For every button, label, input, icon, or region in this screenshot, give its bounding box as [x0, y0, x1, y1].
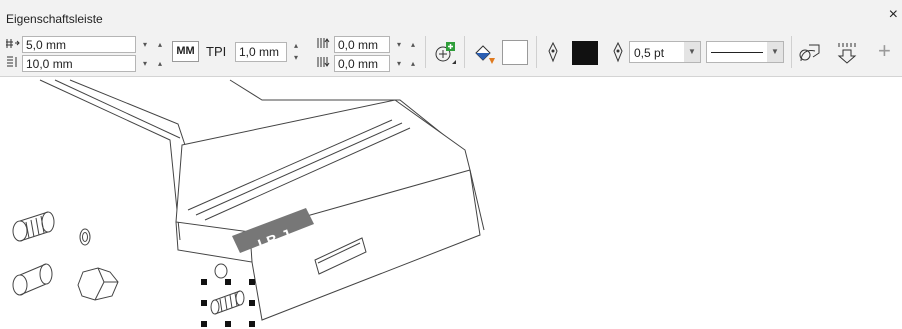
- property-bar-title: Eigenschaftsleiste: [6, 12, 103, 26]
- width-decrement[interactable]: ▾: [138, 37, 152, 52]
- outline-width-select[interactable]: 0,5 pt ▼: [629, 41, 701, 63]
- line-style-preview: [711, 52, 763, 53]
- offset-top-decrement[interactable]: ▾: [392, 37, 406, 52]
- property-bar: Eigenschaftsleiste × 5,0 mm 10,0 mm ▾ ▴ …: [0, 0, 902, 77]
- chevron-down-icon[interactable]: ▼: [684, 42, 700, 62]
- width-icon: [6, 39, 20, 48]
- outline-width-value: 0,5 pt: [634, 46, 665, 60]
- chevron-down-icon[interactable]: ▼: [767, 42, 783, 62]
- offset-bottom-decrement[interactable]: ▾: [392, 56, 406, 71]
- add-object-icon[interactable]: [432, 40, 458, 66]
- close-icon[interactable]: ×: [889, 7, 898, 23]
- tpi-field[interactable]: 1,0 mm: [235, 42, 287, 62]
- width-field[interactable]: 5,0 mm: [22, 36, 136, 53]
- offset-top-icon: [317, 38, 330, 48]
- pen-nib-small-icon[interactable]: [610, 41, 626, 63]
- height-increment[interactable]: ▴: [153, 56, 167, 71]
- plus-icon[interactable]: +: [878, 40, 891, 62]
- tpi-decrement[interactable]: ▾: [289, 52, 303, 63]
- offset-bottom-icon: [317, 57, 330, 67]
- line-style-select[interactable]: ▼: [706, 41, 784, 63]
- width-increment[interactable]: ▴: [153, 37, 167, 52]
- selection-handles[interactable]: [201, 279, 255, 327]
- height-field[interactable]: 10,0 mm: [22, 55, 136, 72]
- offset-top-increment[interactable]: ▴: [406, 37, 420, 52]
- pen-nib-icon[interactable]: [545, 41, 561, 63]
- fill-bucket-icon[interactable]: [471, 40, 499, 66]
- tpi-increment[interactable]: ▴: [289, 40, 303, 51]
- offset-top-field[interactable]: 0,0 mm: [334, 36, 390, 53]
- unit-mm-button[interactable]: MM: [172, 41, 199, 62]
- threading-icon[interactable]: [835, 40, 859, 66]
- offset-bottom-increment[interactable]: ▴: [406, 56, 420, 71]
- convert-outline-icon[interactable]: [797, 41, 823, 65]
- handle-bracket-drawing: [12, 79, 485, 321]
- height-decrement[interactable]: ▾: [138, 56, 152, 71]
- fill-color-swatch[interactable]: [502, 40, 528, 65]
- outline-color-swatch[interactable]: [572, 41, 598, 65]
- offset-bottom-field[interactable]: 0,0 mm: [334, 55, 390, 72]
- height-icon: [7, 56, 17, 67]
- tpi-label: TPI: [206, 44, 227, 59]
